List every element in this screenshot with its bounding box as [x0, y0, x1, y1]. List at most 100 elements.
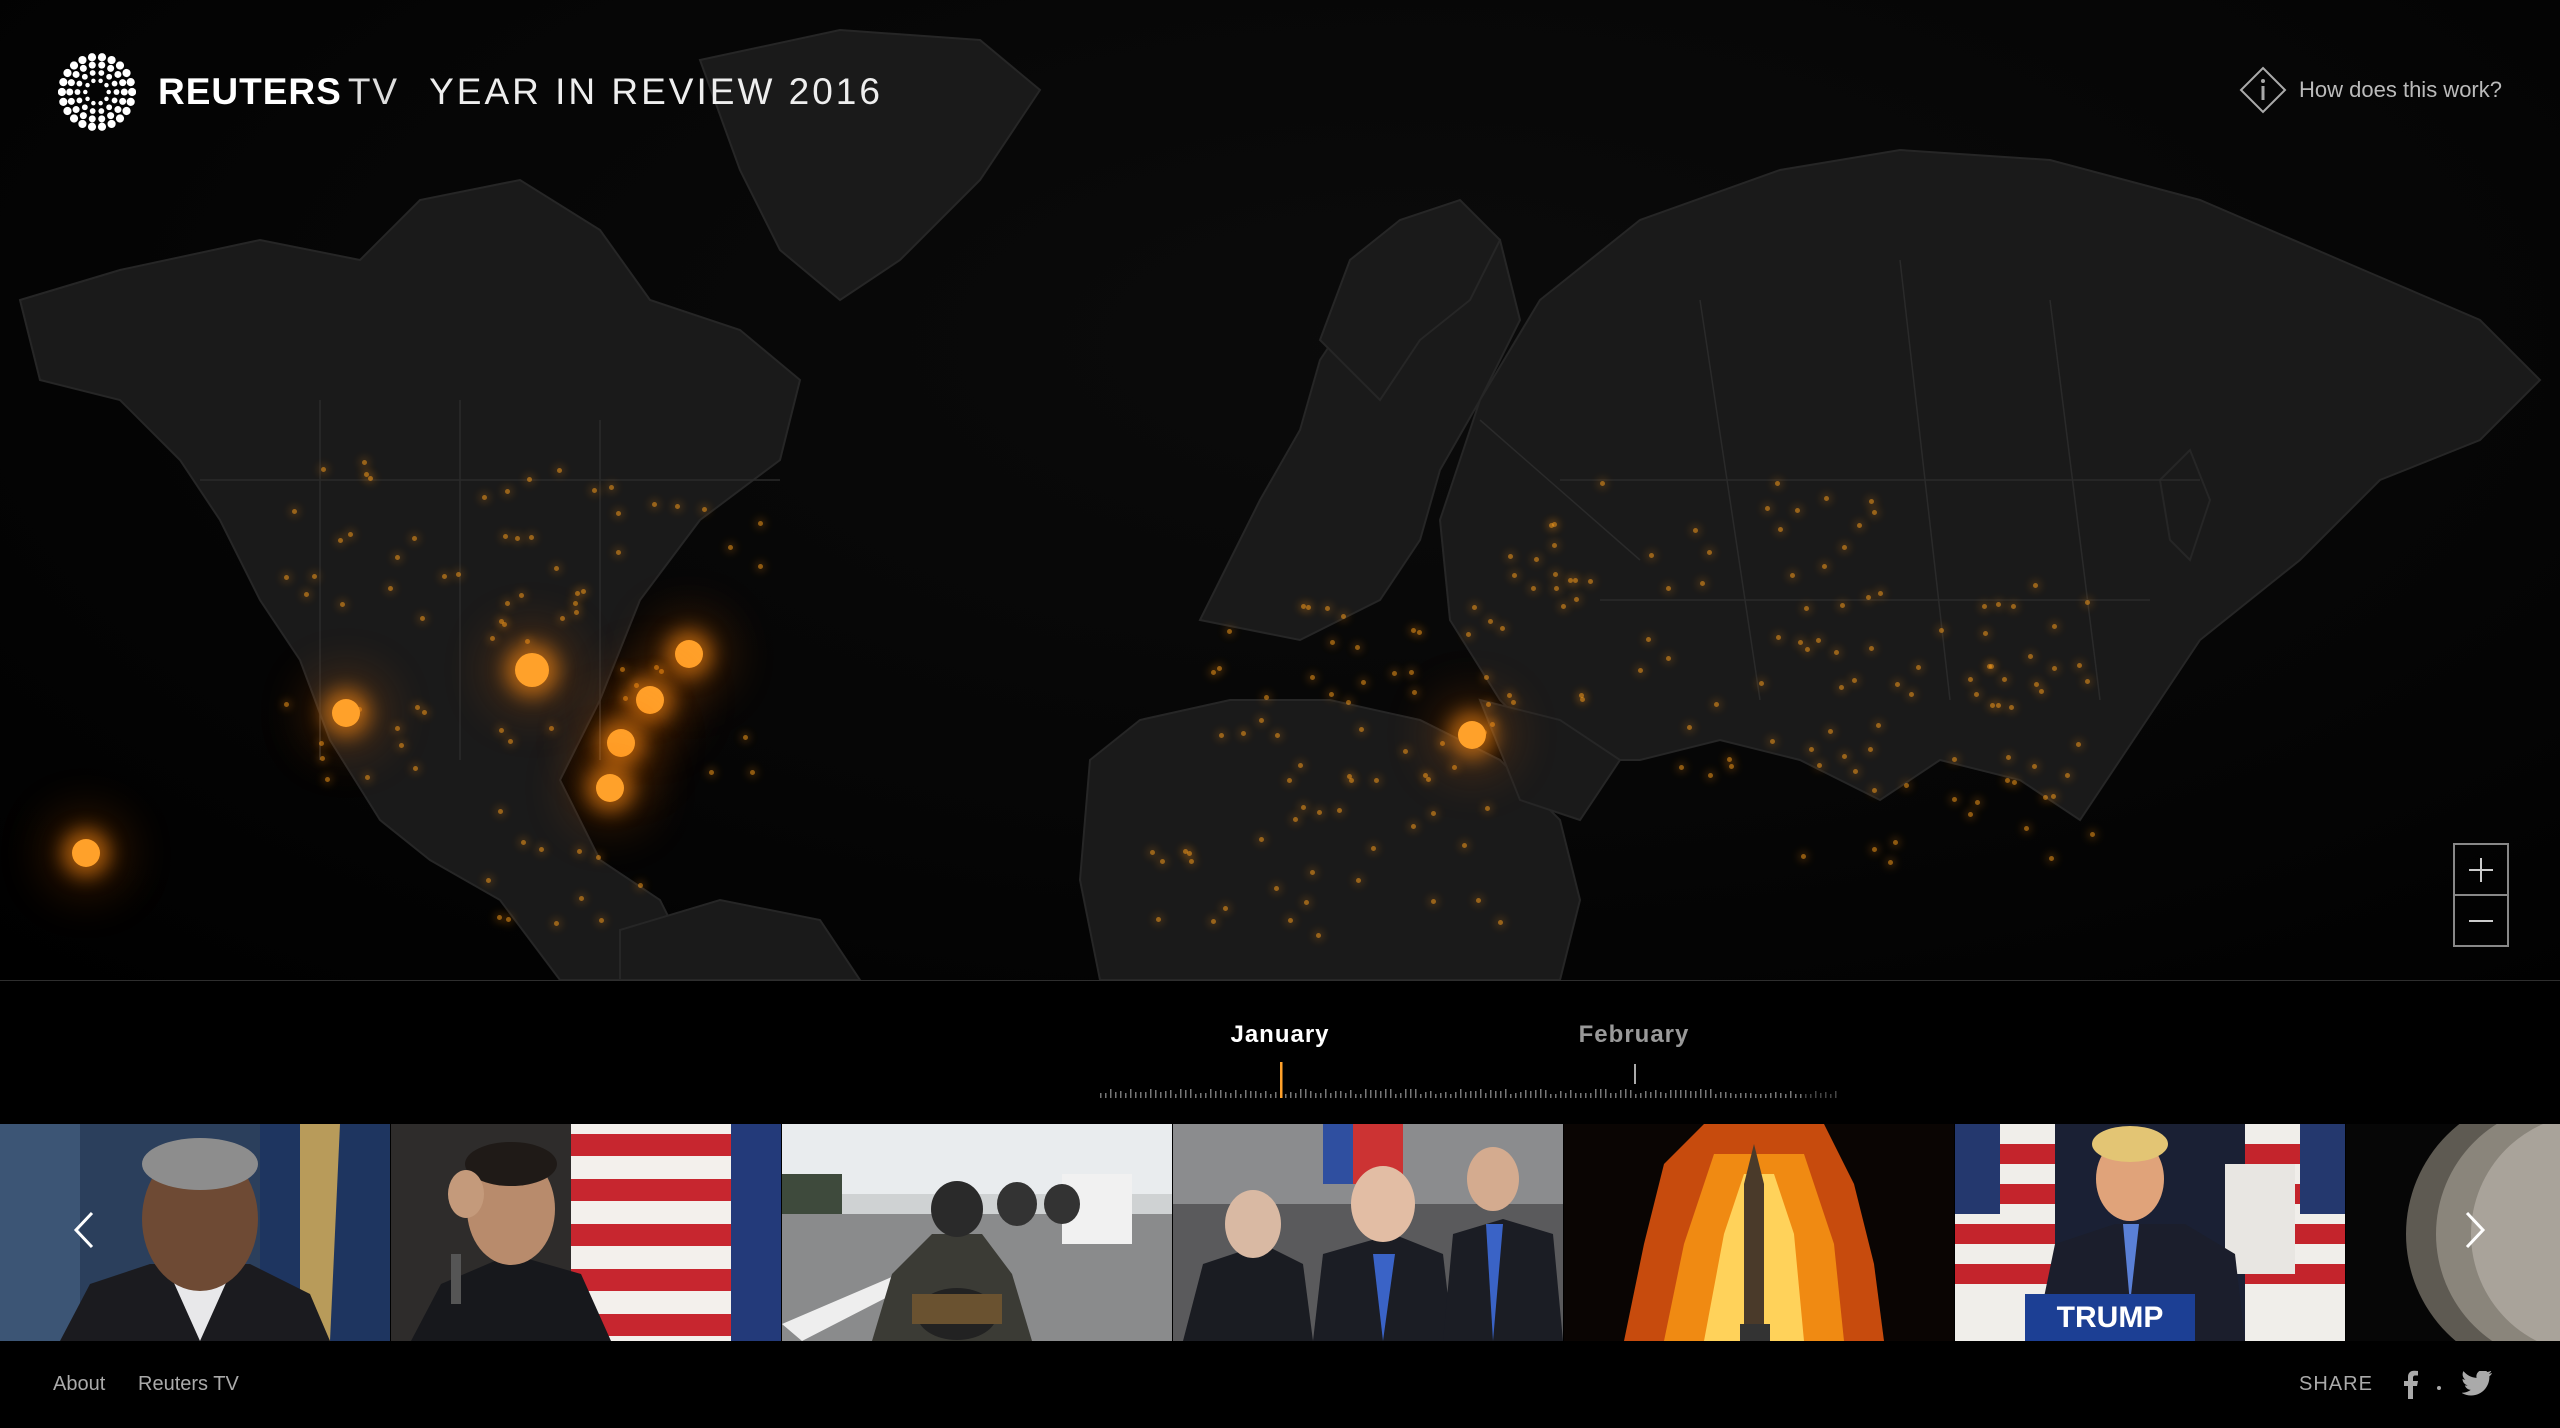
reuters-logo-icon[interactable] — [58, 53, 136, 131]
timeline-tick — [1260, 1093, 1262, 1098]
event-hotspot[interactable] — [1458, 721, 1486, 749]
event-dot — [519, 592, 525, 598]
event-dot — [651, 502, 657, 508]
event-hotspot[interactable] — [332, 699, 360, 727]
timeline-tick — [1515, 1093, 1517, 1098]
timeline-tick — [1240, 1094, 1242, 1098]
timeline-month-january[interactable]: January — [1230, 1021, 1329, 1049]
timeline-tick — [1445, 1092, 1447, 1098]
event-dot — [1951, 797, 1957, 803]
event-dot — [1561, 603, 1567, 609]
event-dot — [1416, 630, 1422, 636]
timeline-tick — [1305, 1089, 1307, 1098]
timeline-tick — [1540, 1089, 1542, 1098]
video-thumbnail[interactable] — [391, 1124, 781, 1341]
reuters-tv-link[interactable]: Reuters TV — [138, 1373, 239, 1396]
twitter-icon[interactable] — [2462, 1371, 2492, 1397]
event-dot — [1507, 692, 1513, 698]
event-dot — [553, 565, 559, 571]
event-dot — [1824, 495, 1830, 501]
timeline-tick — [1785, 1094, 1787, 1098]
video-thumbnail[interactable] — [1564, 1124, 1954, 1341]
logo-dot — [111, 97, 118, 104]
video-thumbnail[interactable] — [1173, 1124, 1563, 1341]
logo-dot — [87, 53, 97, 62]
timeline-tick — [1625, 1089, 1627, 1098]
facebook-icon[interactable] — [2400, 1369, 2420, 1399]
timeline-tick — [1365, 1089, 1367, 1098]
event-hotspot[interactable] — [515, 653, 549, 687]
event-dot — [1360, 679, 1366, 685]
timeline-tick — [1630, 1090, 1632, 1098]
timeline-tick — [1830, 1094, 1832, 1098]
zoom-in-button[interactable] — [2455, 845, 2507, 894]
event-dot — [2050, 794, 2056, 800]
event-dot — [757, 563, 763, 569]
event-dot — [455, 572, 461, 578]
timeline-tick — [1730, 1093, 1732, 1098]
chevron-right-icon[interactable] — [2455, 1205, 2495, 1255]
event-dot — [1222, 905, 1228, 911]
event-dot — [1981, 603, 1987, 609]
timeline-tick — [1475, 1091, 1477, 1098]
timeline-tick — [1690, 1091, 1692, 1098]
timeline-tick — [1800, 1094, 1802, 1098]
timeline-tick — [1665, 1093, 1667, 1098]
timeline-tick — [1610, 1093, 1612, 1098]
event-hotspot[interactable] — [596, 774, 624, 802]
event-dot — [1451, 764, 1457, 770]
event-dot — [1391, 671, 1397, 677]
zoom-out-button[interactable] — [2455, 894, 2507, 945]
event-dot — [1359, 726, 1365, 732]
logo-dot — [78, 55, 87, 65]
timeline-tick — [1465, 1092, 1467, 1098]
event-dot — [728, 544, 734, 550]
video-thumbnail[interactable]: TRUMP — [1955, 1124, 2345, 1341]
timeline-tick — [1375, 1090, 1377, 1098]
timeline-tick — [1410, 1089, 1412, 1098]
event-dot — [499, 618, 505, 624]
timeline-tick — [1595, 1089, 1597, 1098]
event-dot — [1645, 636, 1651, 642]
timeline-scrubber[interactable] — [1100, 1058, 1840, 1098]
event-dot — [2039, 688, 2045, 694]
timeline-tick — [1145, 1092, 1147, 1098]
timeline-tick — [1130, 1089, 1132, 1098]
timeline-tick — [1415, 1089, 1417, 1098]
event-dot — [283, 575, 289, 581]
chevron-left-icon[interactable] — [64, 1205, 104, 1255]
timeline-tick — [1430, 1091, 1432, 1098]
event-hotspot[interactable] — [675, 640, 703, 668]
event-dot — [395, 554, 401, 560]
event-dot — [576, 849, 582, 855]
about-link[interactable]: About — [53, 1373, 105, 1396]
timeline-tick — [1290, 1092, 1292, 1098]
timeline-current-marker — [1280, 1062, 1283, 1098]
timeline-tick — [1700, 1089, 1702, 1098]
video-thumbnail[interactable] — [2346, 1124, 2560, 1341]
event-dot — [2076, 662, 2082, 668]
event-dot — [1665, 585, 1671, 591]
video-thumbnail[interactable] — [0, 1124, 390, 1341]
timeline-tick — [1635, 1094, 1637, 1098]
event-dot — [1240, 731, 1246, 737]
world-map[interactable] — [0, 0, 2560, 980]
event-dot — [1894, 681, 1900, 687]
timeline-tick — [1440, 1093, 1442, 1098]
video-thumbnail[interactable] — [782, 1124, 1172, 1341]
event-hotspot[interactable] — [636, 686, 664, 714]
timeline-tick — [1550, 1094, 1552, 1098]
timeline-month-february[interactable]: February — [1579, 1021, 1690, 1049]
event-dot — [615, 549, 621, 555]
timeline-tick — [1755, 1094, 1757, 1098]
logo-dot — [119, 79, 127, 87]
event-hotspot[interactable] — [72, 839, 100, 867]
timeline-tick — [1425, 1092, 1427, 1098]
timeline-tick — [1245, 1090, 1247, 1098]
podium-sign-text: TRUMP — [2057, 1301, 2164, 1334]
logo-dot — [66, 88, 74, 96]
help-link[interactable]: How does this work? — [2239, 66, 2502, 114]
logo-dot — [106, 73, 113, 80]
event-dot — [1329, 640, 1335, 646]
event-hotspot[interactable] — [607, 729, 635, 757]
